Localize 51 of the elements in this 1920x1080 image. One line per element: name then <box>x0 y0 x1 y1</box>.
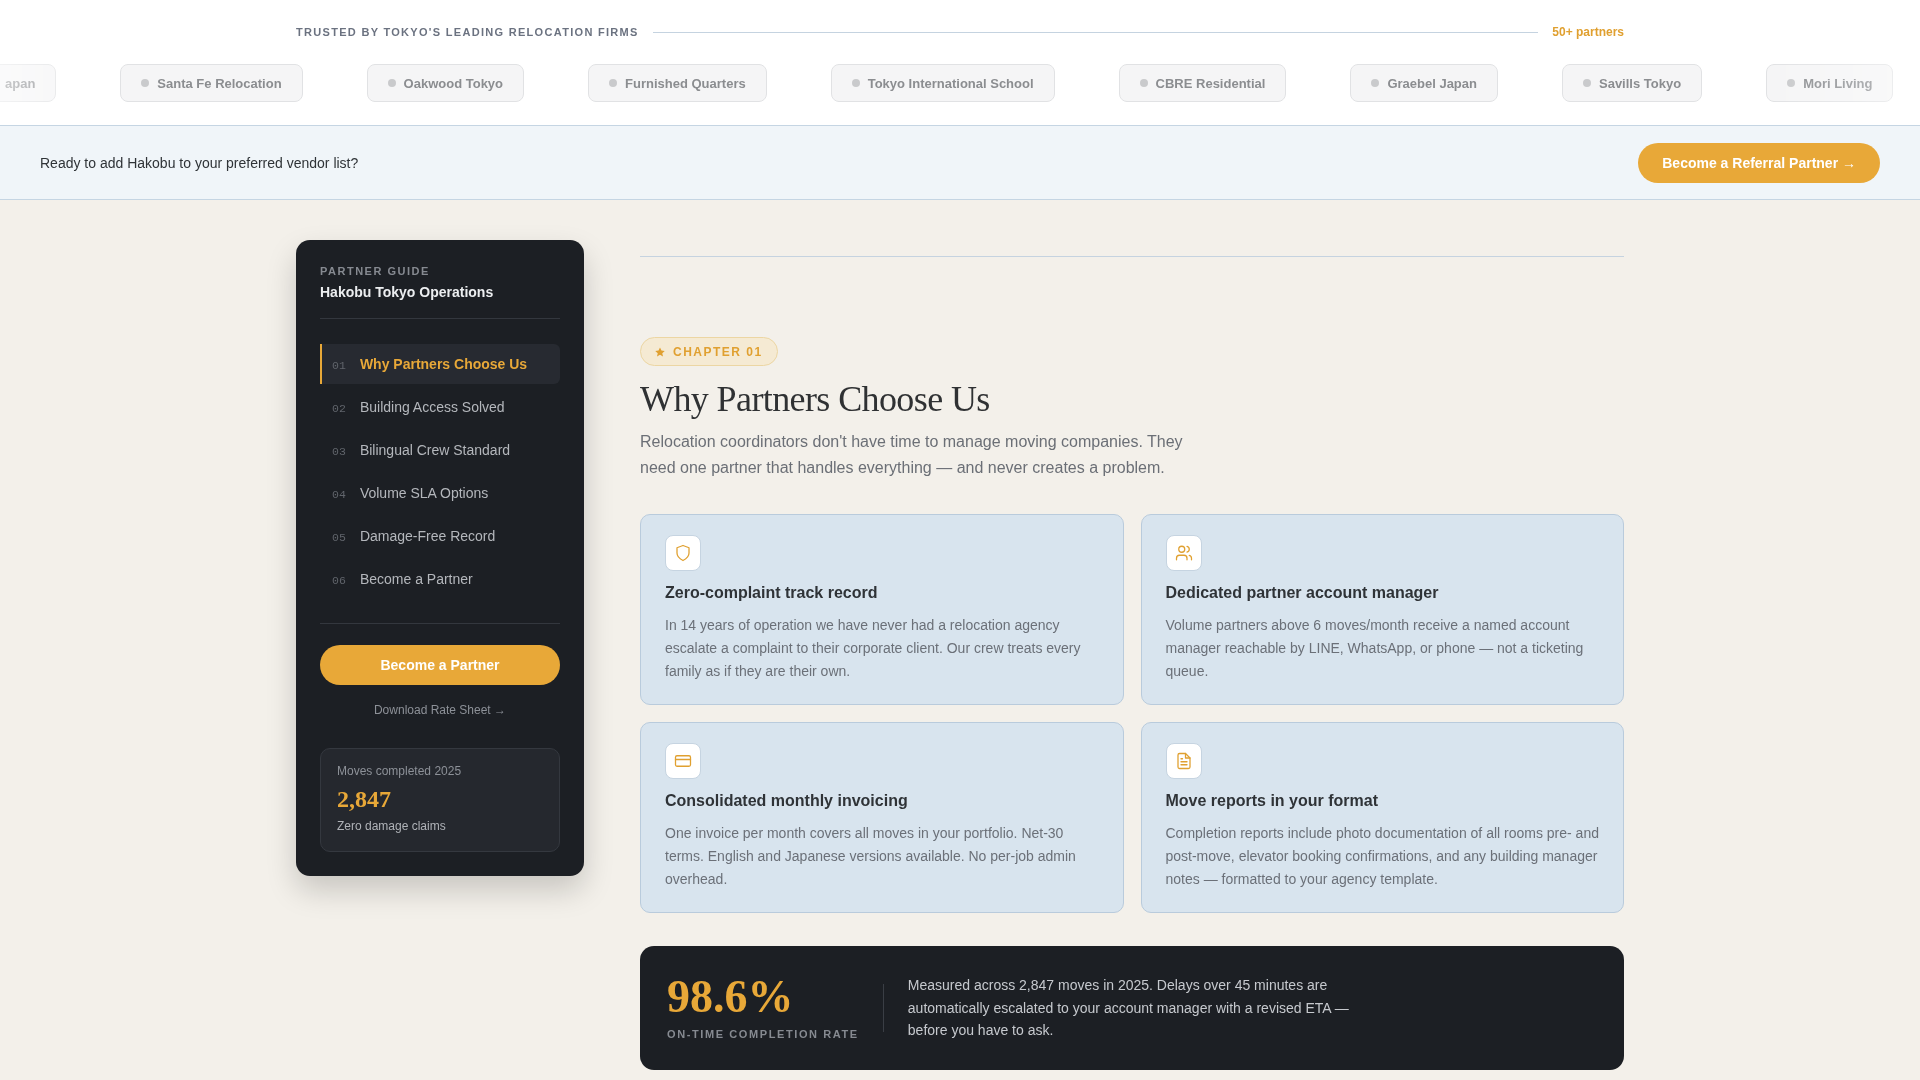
dot-icon <box>1139 79 1148 87</box>
nav-item[interactable]: 01 Why Partners Choose Us <box>320 344 560 384</box>
people-icon <box>1165 535 1202 571</box>
sidebar-eyebrow: PARTNER GUIDE <box>320 264 431 278</box>
partner-name: apan <box>5 75 36 91</box>
dot-icon <box>387 79 396 87</box>
feature-title: Dedicated partner account manager <box>1165 583 1440 602</box>
partner-name: CBRE Residential <box>1155 75 1266 91</box>
feature-title: Consolidated monthly invoicing <box>665 791 909 810</box>
dot-icon <box>851 79 860 87</box>
nav-item[interactable]: 03 Bilingual Crew Standard <box>320 430 560 470</box>
partner-name: Oakwood Tokyo <box>403 75 504 91</box>
feature-text: In 14 years of operation we have never had a relocation agency escalate a complaint to their corporate client. Our crew treats every family as if they are their own. <box>665 616 1082 681</box>
section-heading: TRUSTED BY TOKYO'S LEADING RELOCATION FIRMS <box>296 25 639 39</box>
partner-name: Furnished Quarters <box>625 75 746 91</box>
stat-value: 2,847 <box>337 785 392 813</box>
partner-name: Mori Living <box>1803 75 1873 91</box>
partner-name: Santa Fe Relocation <box>157 75 282 91</box>
rate-label: ON-TIME COMPLETION RATE <box>667 1027 859 1042</box>
dot-icon <box>1583 79 1591 87</box>
chapter-title: Why Partners Choose Us <box>640 378 991 421</box>
feature-text: Completion reports include photo documentation of all rooms pre- and post-move, elevator booking confirmations, and any building manager notes — formatted to your agency template. <box>1165 824 1599 889</box>
cta-text: Ready to add Hakobu to your preferred vendor list? <box>40 154 359 171</box>
dot-icon <box>609 79 618 87</box>
nav-item[interactable]: 04 Volume SLA Options <box>320 473 560 513</box>
sidebar-title: Hakobu Tokyo Operations <box>320 284 495 301</box>
dot-icon <box>141 79 150 87</box>
rate-value: 98.6% <box>667 974 795 1021</box>
nav-item[interactable]: 02 Building Access Solved <box>320 387 560 427</box>
star-icon <box>655 346 665 357</box>
dot-icon <box>1787 79 1796 87</box>
partner-count: 50+ partners <box>1552 25 1624 39</box>
card-icon <box>665 743 701 779</box>
feature-title: Zero-complaint track record <box>665 583 879 602</box>
partner-name: Savills Tokyo <box>1599 75 1682 91</box>
feature-text: One invoice per month covers all moves in your portfolio. Net-30 terms. English and Japanese versions available. No per-job admin overhead. <box>665 824 1077 889</box>
chapter-label: CHAPTER 01 <box>673 344 763 359</box>
stat-label: Moves completed 2025 <box>337 764 463 779</box>
feature-title: Move reports in your format <box>1165 791 1379 810</box>
document-icon <box>1165 743 1202 779</box>
download-link[interactable]: Download Rate Sheet → <box>373 703 507 717</box>
nav-item[interactable]: 05 Damage-Free Record <box>320 516 560 556</box>
stat-note: Zero damage claims <box>337 819 447 834</box>
rate-description: Measured across 2,847 moves in 2025. Delays over 45 minutes are automatically escalated to your account manager with a revised ETA — before you have to ask. <box>907 976 1350 1040</box>
chapter-intro: Relocation coordinators don't have time to manage moving companies. They need one partner that handles everything — and never creates a problem. <box>640 432 1184 478</box>
shield-icon <box>665 535 701 571</box>
feature-text: Volume partners above 6 moves/month receive a named account manager reachable by LINE, WhatsApp, or phone — not a ticketing queue. <box>1165 616 1585 681</box>
nav-item[interactable]: 06 Become a Partner <box>320 559 560 599</box>
dot-icon <box>1371 79 1380 87</box>
partner-name: Tokyo International School <box>867 75 1034 91</box>
partner-name: Graebel Japan <box>1387 75 1477 91</box>
